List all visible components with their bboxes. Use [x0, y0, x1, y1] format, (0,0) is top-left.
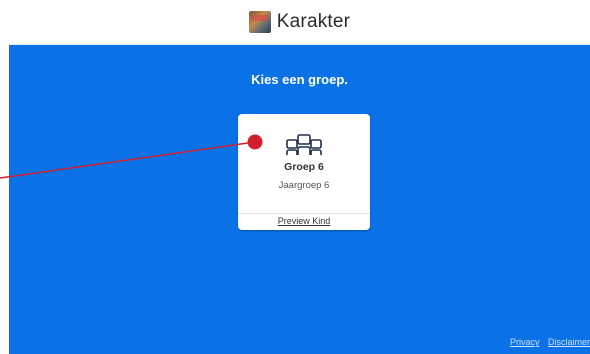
- group-card[interactable]: Groep 6 Jaargroep 6 Preview Kind: [238, 114, 370, 230]
- preview-kind-link[interactable]: Preview Kind: [238, 216, 370, 226]
- disclaimer-link[interactable]: Disclaimer: [548, 337, 590, 347]
- group-name: Groep 6: [284, 161, 324, 173]
- page-prompt: Kies een groep.: [251, 72, 348, 87]
- footer-links: Privacy Disclaimer: [504, 337, 590, 347]
- main-area: Kies een groep. Groep 6 Jaargroep 6 Prev…: [9, 45, 590, 354]
- privacy-link[interactable]: Privacy: [510, 337, 540, 347]
- karakter-logo-icon: [248, 11, 271, 33]
- group-subtitle: Jaargroep 6: [278, 180, 330, 191]
- app-header: Karakter: [9, 0, 590, 45]
- brand[interactable]: Karakter: [248, 11, 351, 33]
- group-people-icon: [286, 134, 322, 155]
- left-edge: [0, 0, 9, 354]
- card-divider: [238, 213, 370, 214]
- app-title: Karakter: [276, 11, 351, 32]
